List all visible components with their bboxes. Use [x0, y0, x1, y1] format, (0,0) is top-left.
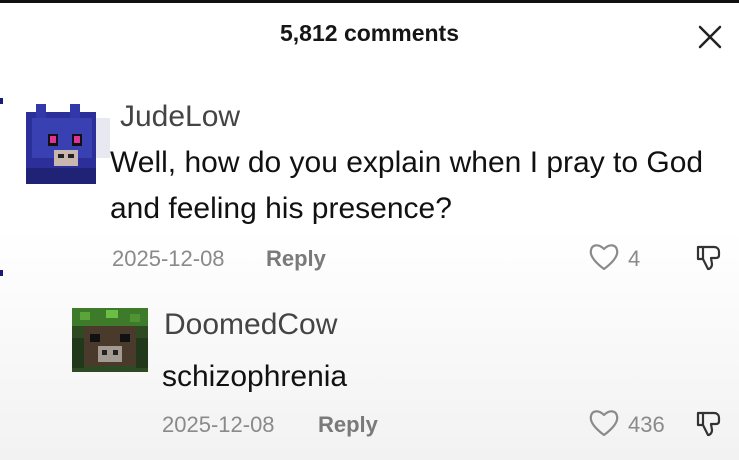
avatar[interactable] — [72, 308, 148, 372]
reply-button[interactable]: Reply — [318, 412, 378, 438]
close-icon — [698, 25, 722, 49]
avatar[interactable] — [18, 104, 110, 188]
dislike-button[interactable] — [694, 408, 724, 443]
comment-date: 2025-12-08 — [112, 246, 225, 271]
top-border — [0, 0, 739, 3]
dislike-button[interactable] — [694, 242, 724, 277]
comment-username[interactable]: JudeLow — [120, 100, 240, 134]
cow-avatar-image — [72, 308, 148, 372]
thumbs-down-icon — [696, 245, 721, 271]
like-count: 4 — [628, 246, 641, 271]
comments-header: 5,812 comments — [0, 14, 739, 58]
like-button[interactable] — [588, 408, 620, 443]
comment-username[interactable]: DoomedCow — [164, 308, 337, 342]
comment-text: schizophrenia — [162, 360, 348, 393]
comment: DoomedCow schizophrenia 2025-12-08 Reply… — [0, 300, 739, 450]
reply-button[interactable]: Reply — [266, 246, 326, 272]
bonnie-avatar-image — [18, 104, 110, 188]
close-button[interactable] — [693, 20, 727, 54]
comment-text: Well, how do you explain when I pray to … — [110, 146, 704, 225]
like-count: 436 — [628, 412, 665, 437]
comment: JudeLow Well, how do you explain when I … — [0, 98, 739, 278]
heart-icon — [589, 410, 619, 437]
heart-icon — [589, 244, 619, 271]
like-button[interactable] — [588, 242, 620, 277]
comment-date: 2025-12-08 — [162, 412, 275, 437]
thumbs-down-icon — [696, 411, 721, 437]
comments-count-title: 5,812 comments — [280, 20, 459, 46]
